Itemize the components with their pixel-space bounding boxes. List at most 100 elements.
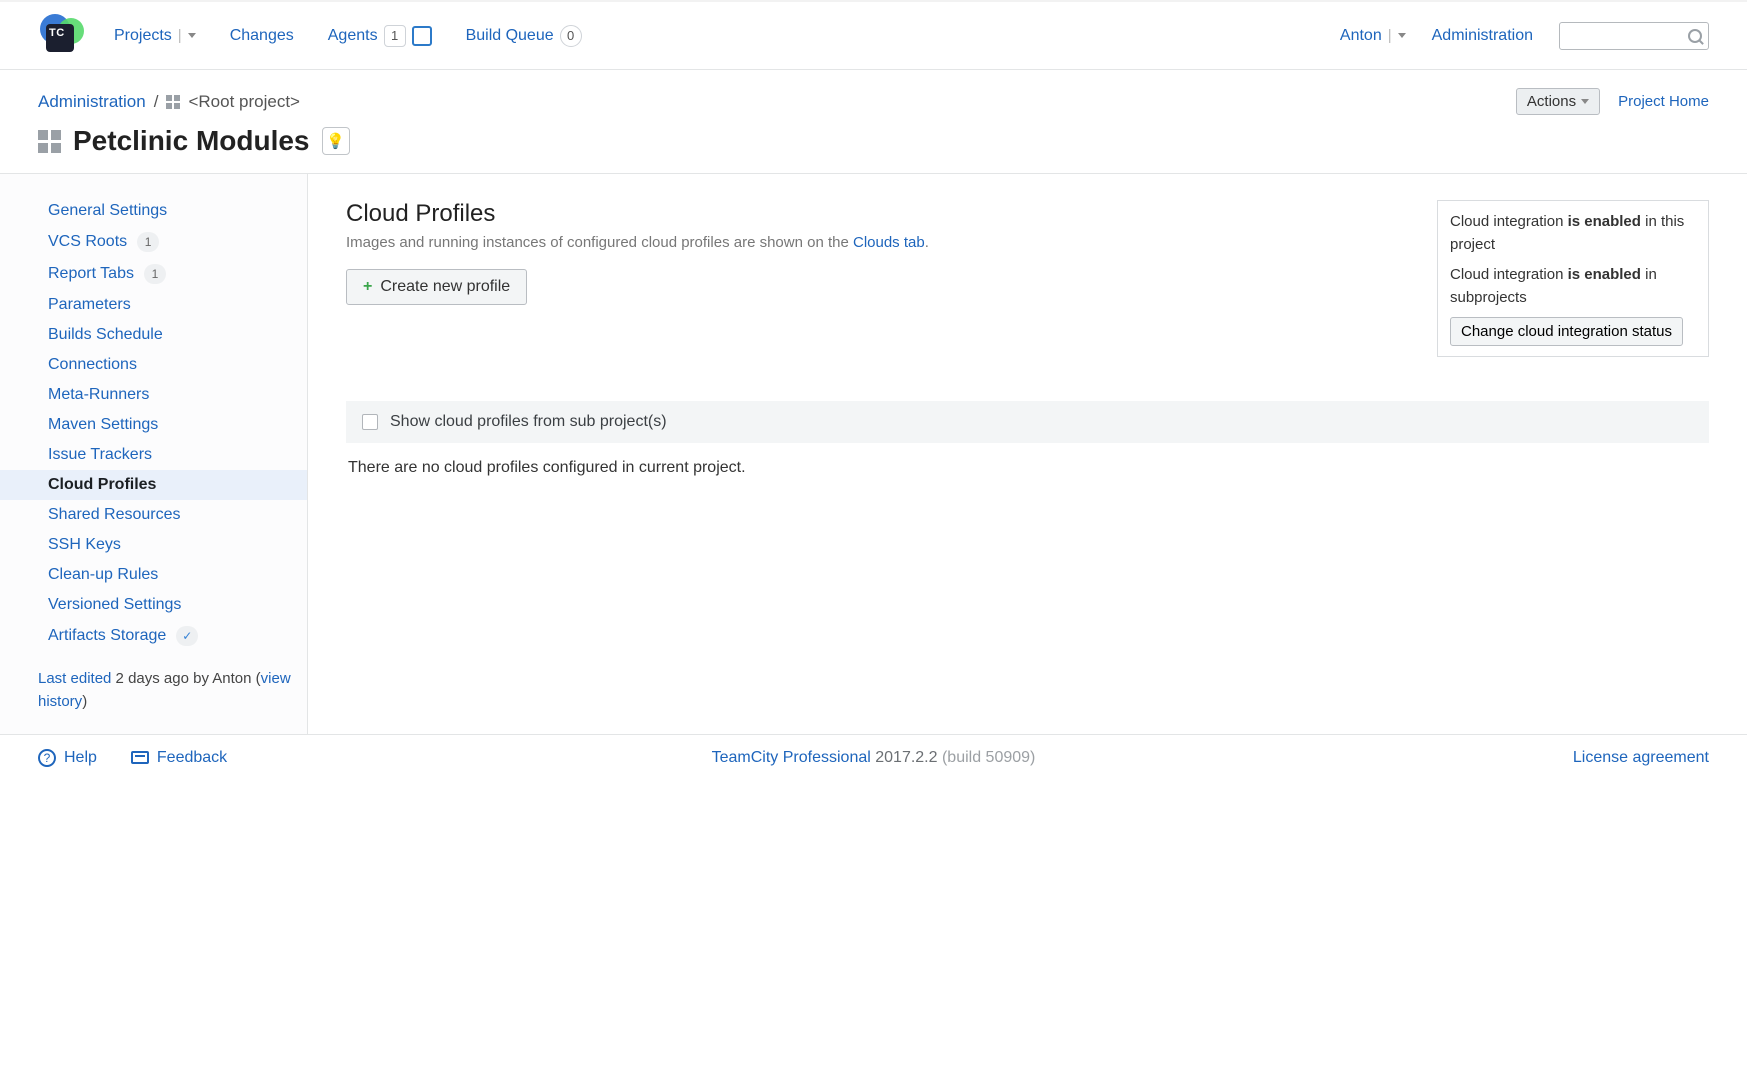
- sidebar-item-vcs-roots[interactable]: VCS Roots 1: [0, 226, 307, 258]
- actions-label: Actions: [1527, 93, 1576, 110]
- sidebar-item-label: VCS Roots: [48, 233, 127, 251]
- chevron-down-icon[interactable]: [188, 33, 196, 38]
- nav-projects-link[interactable]: Projects: [114, 27, 172, 45]
- sidebar-item-shared-resources[interactable]: Shared Resources: [0, 500, 307, 530]
- settings-sidebar: General Settings VCS Roots1 Report Tabs1…: [0, 174, 308, 734]
- info-text: Cloud integration: [1450, 266, 1568, 283]
- chevron-down-icon: [1581, 99, 1589, 104]
- main-content: Cloud Profiles Images and running instan…: [308, 174, 1747, 734]
- plus-icon: +: [363, 278, 372, 296]
- chevron-down-icon[interactable]: [1398, 33, 1406, 38]
- version-info: TeamCity Professional 2017.2.2 (build 50…: [712, 749, 1036, 767]
- sidebar-item-label: General Settings: [48, 202, 167, 220]
- top-navigation: TC Projects | Changes Agents 1 Build Que…: [0, 0, 1747, 70]
- agents-count-badge: 1: [384, 25, 406, 47]
- nav-administration[interactable]: Administration: [1432, 27, 1533, 45]
- create-new-profile-button[interactable]: + Create new profile: [346, 269, 527, 305]
- filter-label: Show cloud profiles from sub project(s): [390, 413, 667, 431]
- sidebar-item-parameters[interactable]: Parameters: [0, 290, 307, 320]
- project-home-link[interactable]: Project Home: [1618, 93, 1709, 110]
- breadcrumb-separator: /: [154, 92, 159, 112]
- user-name[interactable]: Anton: [1340, 27, 1382, 45]
- sidebar-item-label: Meta-Runners: [48, 386, 149, 404]
- nav-build-queue-link[interactable]: Build Queue: [466, 27, 554, 45]
- build-queue-count-badge: 0: [560, 25, 582, 47]
- info-enabled: is enabled: [1568, 266, 1641, 283]
- hint-bulb-button[interactable]: 💡: [322, 127, 350, 155]
- nav-changes[interactable]: Changes: [230, 27, 294, 45]
- sidebar-item-artifacts-storage[interactable]: Artifacts Storage✓: [0, 620, 307, 652]
- sidebar-item-label: Builds Schedule: [48, 326, 163, 344]
- feedback-link[interactable]: Feedback: [131, 749, 227, 767]
- user-menu[interactable]: Anton |: [1340, 27, 1406, 45]
- count-pill: 1: [144, 264, 166, 284]
- count-pill: 1: [137, 232, 159, 252]
- sidebar-item-issue-trackers[interactable]: Issue Trackers: [0, 440, 307, 470]
- section-subtitle: Images and running instances of configur…: [346, 234, 1409, 251]
- sidebar-item-label: SSH Keys: [48, 536, 121, 554]
- last-edited-link[interactable]: Last edited: [38, 670, 111, 687]
- search-icon: [1688, 29, 1702, 43]
- agents-status-box[interactable]: [412, 26, 432, 46]
- sidebar-item-label: Issue Trackers: [48, 446, 152, 464]
- nav-build-queue[interactable]: Build Queue 0: [466, 25, 582, 47]
- sidebar-item-meta-runners[interactable]: Meta-Runners: [0, 380, 307, 410]
- sidebar-item-connections[interactable]: Connections: [0, 350, 307, 380]
- page-title: Petclinic Modules: [73, 125, 310, 157]
- last-edited-text: 2 days ago by Anton (: [111, 670, 260, 687]
- divider: |: [178, 27, 182, 44]
- help-label: Help: [64, 749, 97, 766]
- feedback-icon: [131, 751, 149, 764]
- help-icon: ?: [38, 749, 56, 767]
- change-cloud-integration-button[interactable]: Change cloud integration status: [1450, 317, 1683, 346]
- sidebar-item-general-settings[interactable]: General Settings: [0, 196, 307, 226]
- product-name[interactable]: TeamCity Professional: [712, 749, 871, 766]
- cloud-integration-status-card: Cloud integration is enabled in this pro…: [1437, 200, 1709, 357]
- subtitle-text: Images and running instances of configur…: [346, 234, 853, 251]
- nav-projects[interactable]: Projects |: [114, 27, 196, 45]
- sidebar-item-label: Shared Resources: [48, 506, 181, 524]
- sidebar-item-label: Report Tabs: [48, 265, 134, 283]
- build-number: (build 50909): [942, 749, 1035, 766]
- sidebar-item-label: Versioned Settings: [48, 596, 181, 614]
- subtitle-suffix: .: [925, 234, 929, 251]
- show-subprojects-checkbox[interactable]: [362, 414, 378, 430]
- sidebar-item-label: Connections: [48, 356, 137, 374]
- sidebar-item-label: Maven Settings: [48, 416, 158, 434]
- teamcity-logo[interactable]: TC: [38, 14, 82, 58]
- project-icon: [166, 95, 180, 109]
- sidebar-item-builds-schedule[interactable]: Builds Schedule: [0, 320, 307, 350]
- sidebar-item-ssh-keys[interactable]: SSH Keys: [0, 530, 307, 560]
- last-edited-info: Last edited 2 days ago by Anton (view hi…: [0, 652, 307, 713]
- info-text: Cloud integration: [1450, 213, 1568, 230]
- version-text: 2017.2.2: [871, 749, 942, 766]
- create-btn-label: Create new profile: [380, 278, 510, 296]
- breadcrumb-administration[interactable]: Administration: [38, 92, 146, 112]
- search-input[interactable]: [1559, 22, 1709, 50]
- empty-profiles-message: There are no cloud profiles configured i…: [346, 443, 1709, 493]
- sidebar-item-clean-up-rules[interactable]: Clean-up Rules: [0, 560, 307, 590]
- breadcrumb: Administration / <Root project>: [38, 92, 300, 112]
- nav-agents[interactable]: Agents 1: [328, 25, 432, 47]
- sidebar-item-label: Clean-up Rules: [48, 566, 158, 584]
- subprojects-filter-bar: Show cloud profiles from sub project(s): [346, 401, 1709, 443]
- actions-button[interactable]: Actions: [1516, 88, 1600, 115]
- page-header: Administration / <Root project> Actions …: [0, 70, 1747, 174]
- breadcrumb-root-project[interactable]: <Root project>: [188, 92, 300, 112]
- section-title: Cloud Profiles: [346, 200, 1409, 228]
- help-link[interactable]: ? Help: [38, 749, 97, 767]
- sidebar-item-maven-settings[interactable]: Maven Settings: [0, 410, 307, 440]
- close-paren: ): [82, 693, 87, 710]
- bulb-icon: 💡: [326, 132, 345, 150]
- footer: ? Help Feedback TeamCity Professional 201…: [0, 734, 1747, 781]
- sidebar-item-label: Parameters: [48, 296, 131, 314]
- license-agreement-link[interactable]: License agreement: [1573, 749, 1709, 766]
- check-pill: ✓: [176, 626, 198, 646]
- nav-agents-link[interactable]: Agents: [328, 27, 378, 45]
- feedback-label: Feedback: [157, 749, 227, 766]
- info-enabled: is enabled: [1568, 213, 1641, 230]
- clouds-tab-link[interactable]: Clouds tab: [853, 234, 925, 251]
- sidebar-item-versioned-settings[interactable]: Versioned Settings: [0, 590, 307, 620]
- sidebar-item-report-tabs[interactable]: Report Tabs 1: [0, 258, 307, 290]
- sidebar-item-cloud-profiles[interactable]: Cloud Profiles: [0, 470, 307, 500]
